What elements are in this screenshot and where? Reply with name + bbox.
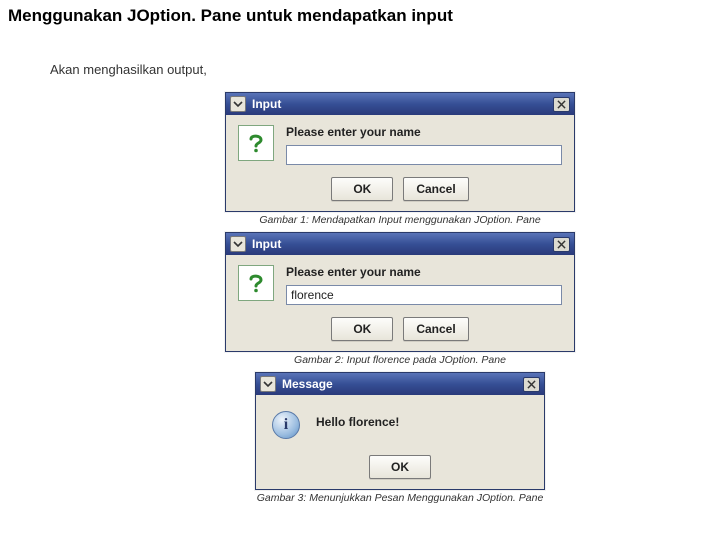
caption-2: Gambar 2: Input florence pada JOption. P…	[225, 354, 575, 366]
input-dialog-1: Input Please enter your name OK Ca	[225, 92, 575, 212]
name-input[interactable]	[286, 285, 562, 305]
titlebar: Input	[226, 93, 574, 115]
message-dialog: Message i Hello florence! OK	[255, 372, 545, 490]
question-icon	[238, 265, 274, 301]
ok-button[interactable]: OK	[331, 177, 393, 201]
message-text: Hello florence!	[316, 415, 399, 429]
page-title: Menggunakan JOption. Pane untuk mendapat…	[8, 6, 453, 26]
cancel-button[interactable]: Cancel	[403, 317, 468, 341]
prompt-label: Please enter your name	[286, 265, 562, 279]
question-icon	[238, 125, 274, 161]
chevron-down-icon[interactable]	[230, 236, 246, 252]
titlebar: Input	[226, 233, 574, 255]
chevron-down-icon[interactable]	[230, 96, 246, 112]
dialog-area: Input Please enter your name OK Ca	[210, 92, 590, 510]
subheading: Akan menghasilkan output,	[50, 62, 207, 77]
ok-button[interactable]: OK	[331, 317, 393, 341]
chevron-down-icon[interactable]	[260, 376, 276, 392]
ok-button[interactable]: OK	[369, 455, 431, 479]
cancel-button[interactable]: Cancel	[403, 177, 468, 201]
close-icon[interactable]	[553, 97, 570, 112]
name-input[interactable]	[286, 145, 562, 165]
titlebar-text: Input	[252, 97, 281, 111]
close-icon[interactable]	[553, 237, 570, 252]
caption-1: Gambar 1: Mendapatkan Input menggunakan …	[225, 214, 575, 226]
info-icon: i	[270, 409, 302, 441]
titlebar-text: Message	[282, 377, 333, 391]
titlebar-text: Input	[252, 237, 281, 251]
input-dialog-2: Input Please enter your name OK Ca	[225, 232, 575, 352]
titlebar: Message	[256, 373, 544, 395]
caption-3: Gambar 3: Menunjukkan Pesan Menggunakan …	[255, 492, 545, 504]
close-icon[interactable]	[523, 377, 540, 392]
prompt-label: Please enter your name	[286, 125, 562, 139]
